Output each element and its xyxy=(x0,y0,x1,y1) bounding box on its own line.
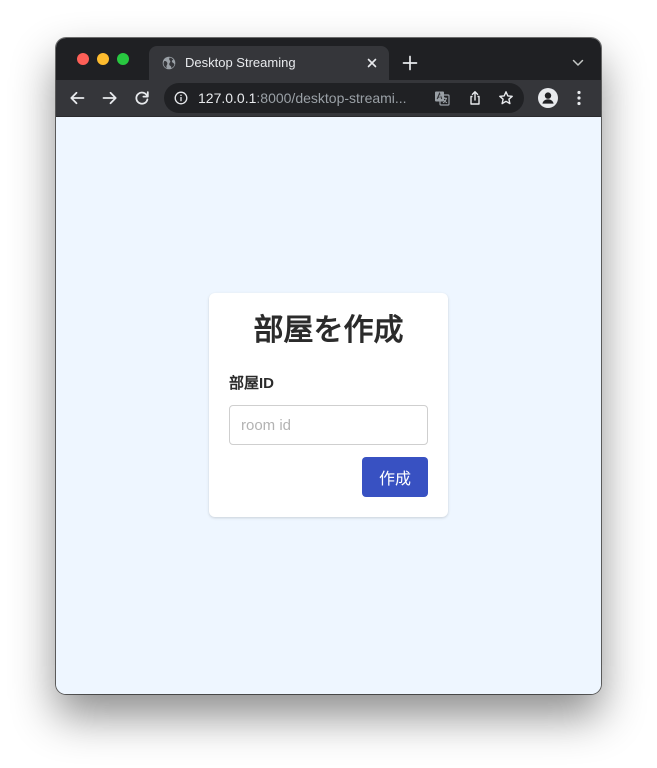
address-bar[interactable]: 127.0.0.1:8000/desktop-streami... xyxy=(164,83,524,113)
create-room-card: 部屋を作成 部屋ID 作成 xyxy=(209,293,448,517)
tab-title: Desktop Streaming xyxy=(185,55,296,70)
window-maximize-button[interactable] xyxy=(117,53,129,65)
info-icon[interactable] xyxy=(174,91,188,105)
title-bar: Desktop Streaming xyxy=(56,38,601,80)
translate-icon[interactable] xyxy=(434,90,450,106)
globe-icon xyxy=(162,56,176,70)
url-host: 127.0.0.1 xyxy=(198,90,257,106)
room-id-label: 部屋ID xyxy=(229,375,275,392)
page-content: 部屋を作成 部屋ID 作成 xyxy=(56,117,601,694)
url-text: 127.0.0.1:8000/desktop-streami... xyxy=(198,90,407,106)
reload-icon[interactable] xyxy=(133,89,151,107)
kebab-menu-icon[interactable] xyxy=(571,89,587,107)
share-icon[interactable] xyxy=(467,90,483,106)
arrow-right-icon[interactable] xyxy=(101,89,119,107)
browser-window: Desktop Streaming 127.0.0.1:8000/desktop… xyxy=(56,38,601,694)
create-button[interactable]: 作成 xyxy=(362,457,428,497)
star-icon[interactable] xyxy=(498,90,514,106)
plus-icon[interactable] xyxy=(401,54,419,72)
window-close-button[interactable] xyxy=(77,53,89,65)
browser-toolbar: 127.0.0.1:8000/desktop-streami... xyxy=(56,80,601,117)
arrow-left-icon[interactable] xyxy=(68,89,86,107)
window-minimize-button[interactable] xyxy=(97,53,109,65)
room-id-input[interactable] xyxy=(229,405,428,445)
chevron-down-icon[interactable] xyxy=(571,56,585,70)
close-icon[interactable] xyxy=(364,55,380,71)
page-title: 部屋を作成 xyxy=(253,314,404,347)
url-path: :8000/desktop-streami... xyxy=(256,90,407,106)
profile-icon[interactable] xyxy=(538,88,558,108)
browser-tab[interactable]: Desktop Streaming xyxy=(149,46,389,80)
